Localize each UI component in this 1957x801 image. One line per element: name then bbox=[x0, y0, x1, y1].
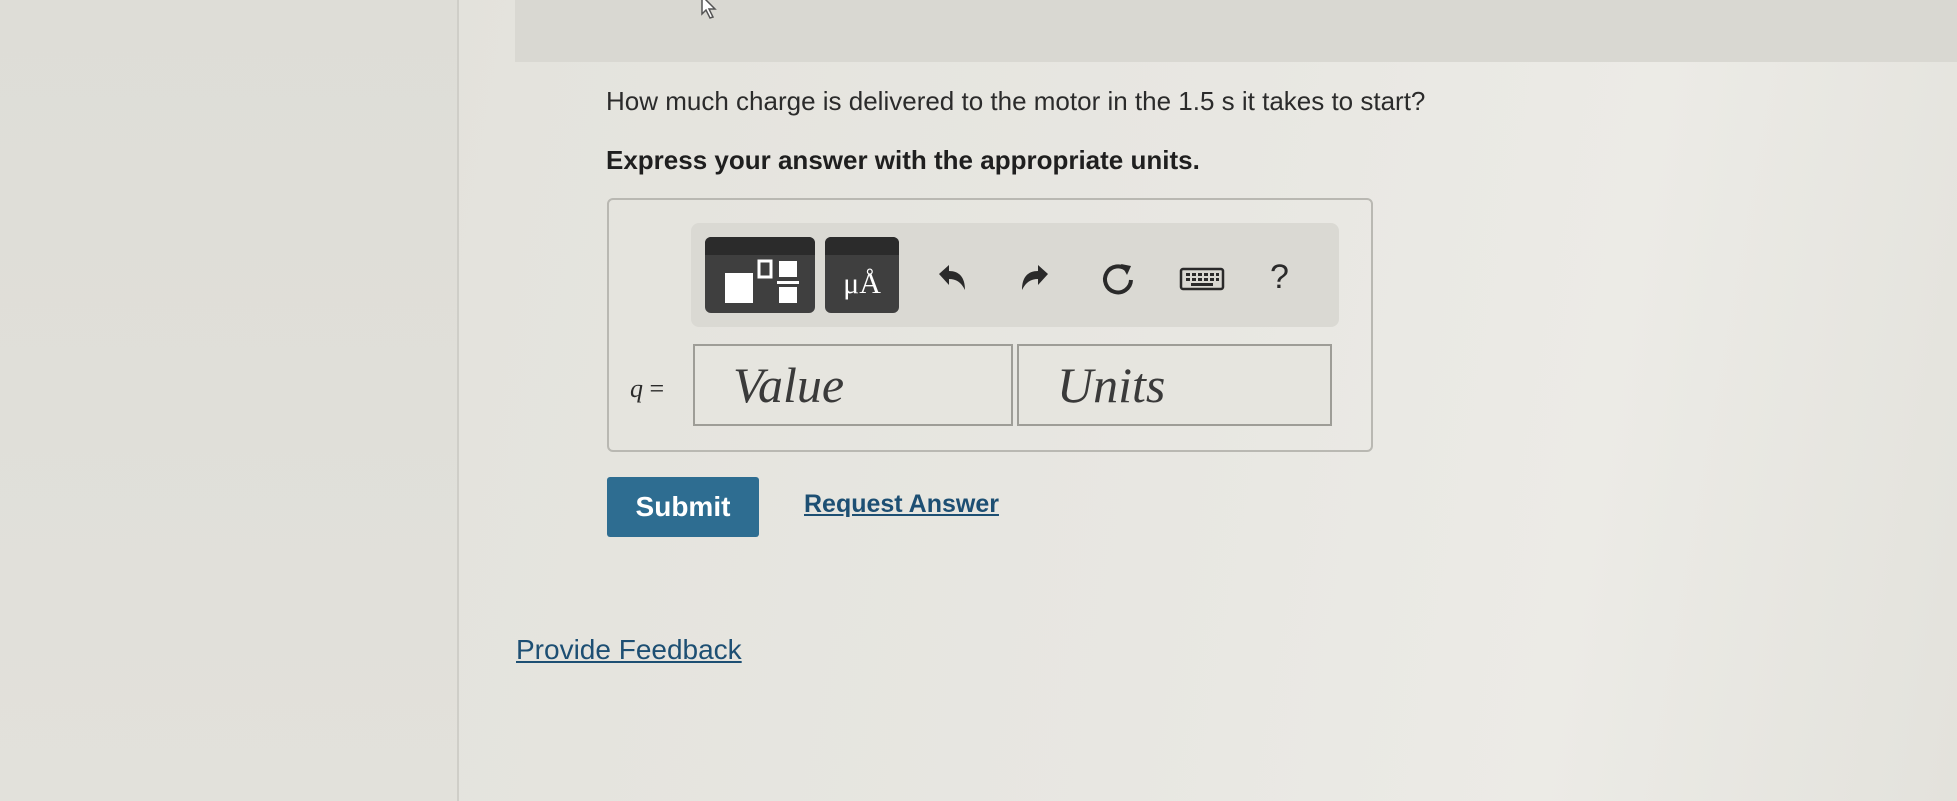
provide-feedback-link[interactable]: Provide Feedback bbox=[516, 634, 742, 666]
units-button[interactable]: μÅ bbox=[825, 237, 899, 313]
submit-button[interactable]: Submit bbox=[607, 477, 759, 537]
variable-label: q = bbox=[630, 374, 664, 404]
left-pane bbox=[0, 0, 457, 801]
units-symbol: μÅ bbox=[843, 267, 881, 300]
redo-icon[interactable] bbox=[1014, 258, 1056, 300]
units-input[interactable]: Units bbox=[1017, 344, 1332, 426]
templates-button[interactable] bbox=[705, 237, 815, 313]
fraction-template-icon bbox=[725, 259, 799, 303]
keyboard-icon[interactable] bbox=[1178, 258, 1226, 300]
pane-divider bbox=[457, 0, 459, 801]
answer-instruction: Express your answer with the appropriate… bbox=[606, 145, 1200, 175]
equals-sign: = bbox=[649, 374, 665, 403]
help-button[interactable]: ? bbox=[1270, 258, 1289, 297]
mouse-cursor-icon bbox=[701, 0, 717, 19]
undo-icon[interactable] bbox=[931, 258, 973, 300]
variable-symbol: q bbox=[630, 374, 643, 403]
reset-icon[interactable] bbox=[1097, 258, 1139, 300]
request-answer-link[interactable]: Request Answer bbox=[804, 490, 999, 519]
value-input[interactable]: Value bbox=[693, 344, 1013, 426]
question-text: How much charge is delivered to the moto… bbox=[606, 86, 1426, 116]
top-band bbox=[515, 0, 1957, 62]
